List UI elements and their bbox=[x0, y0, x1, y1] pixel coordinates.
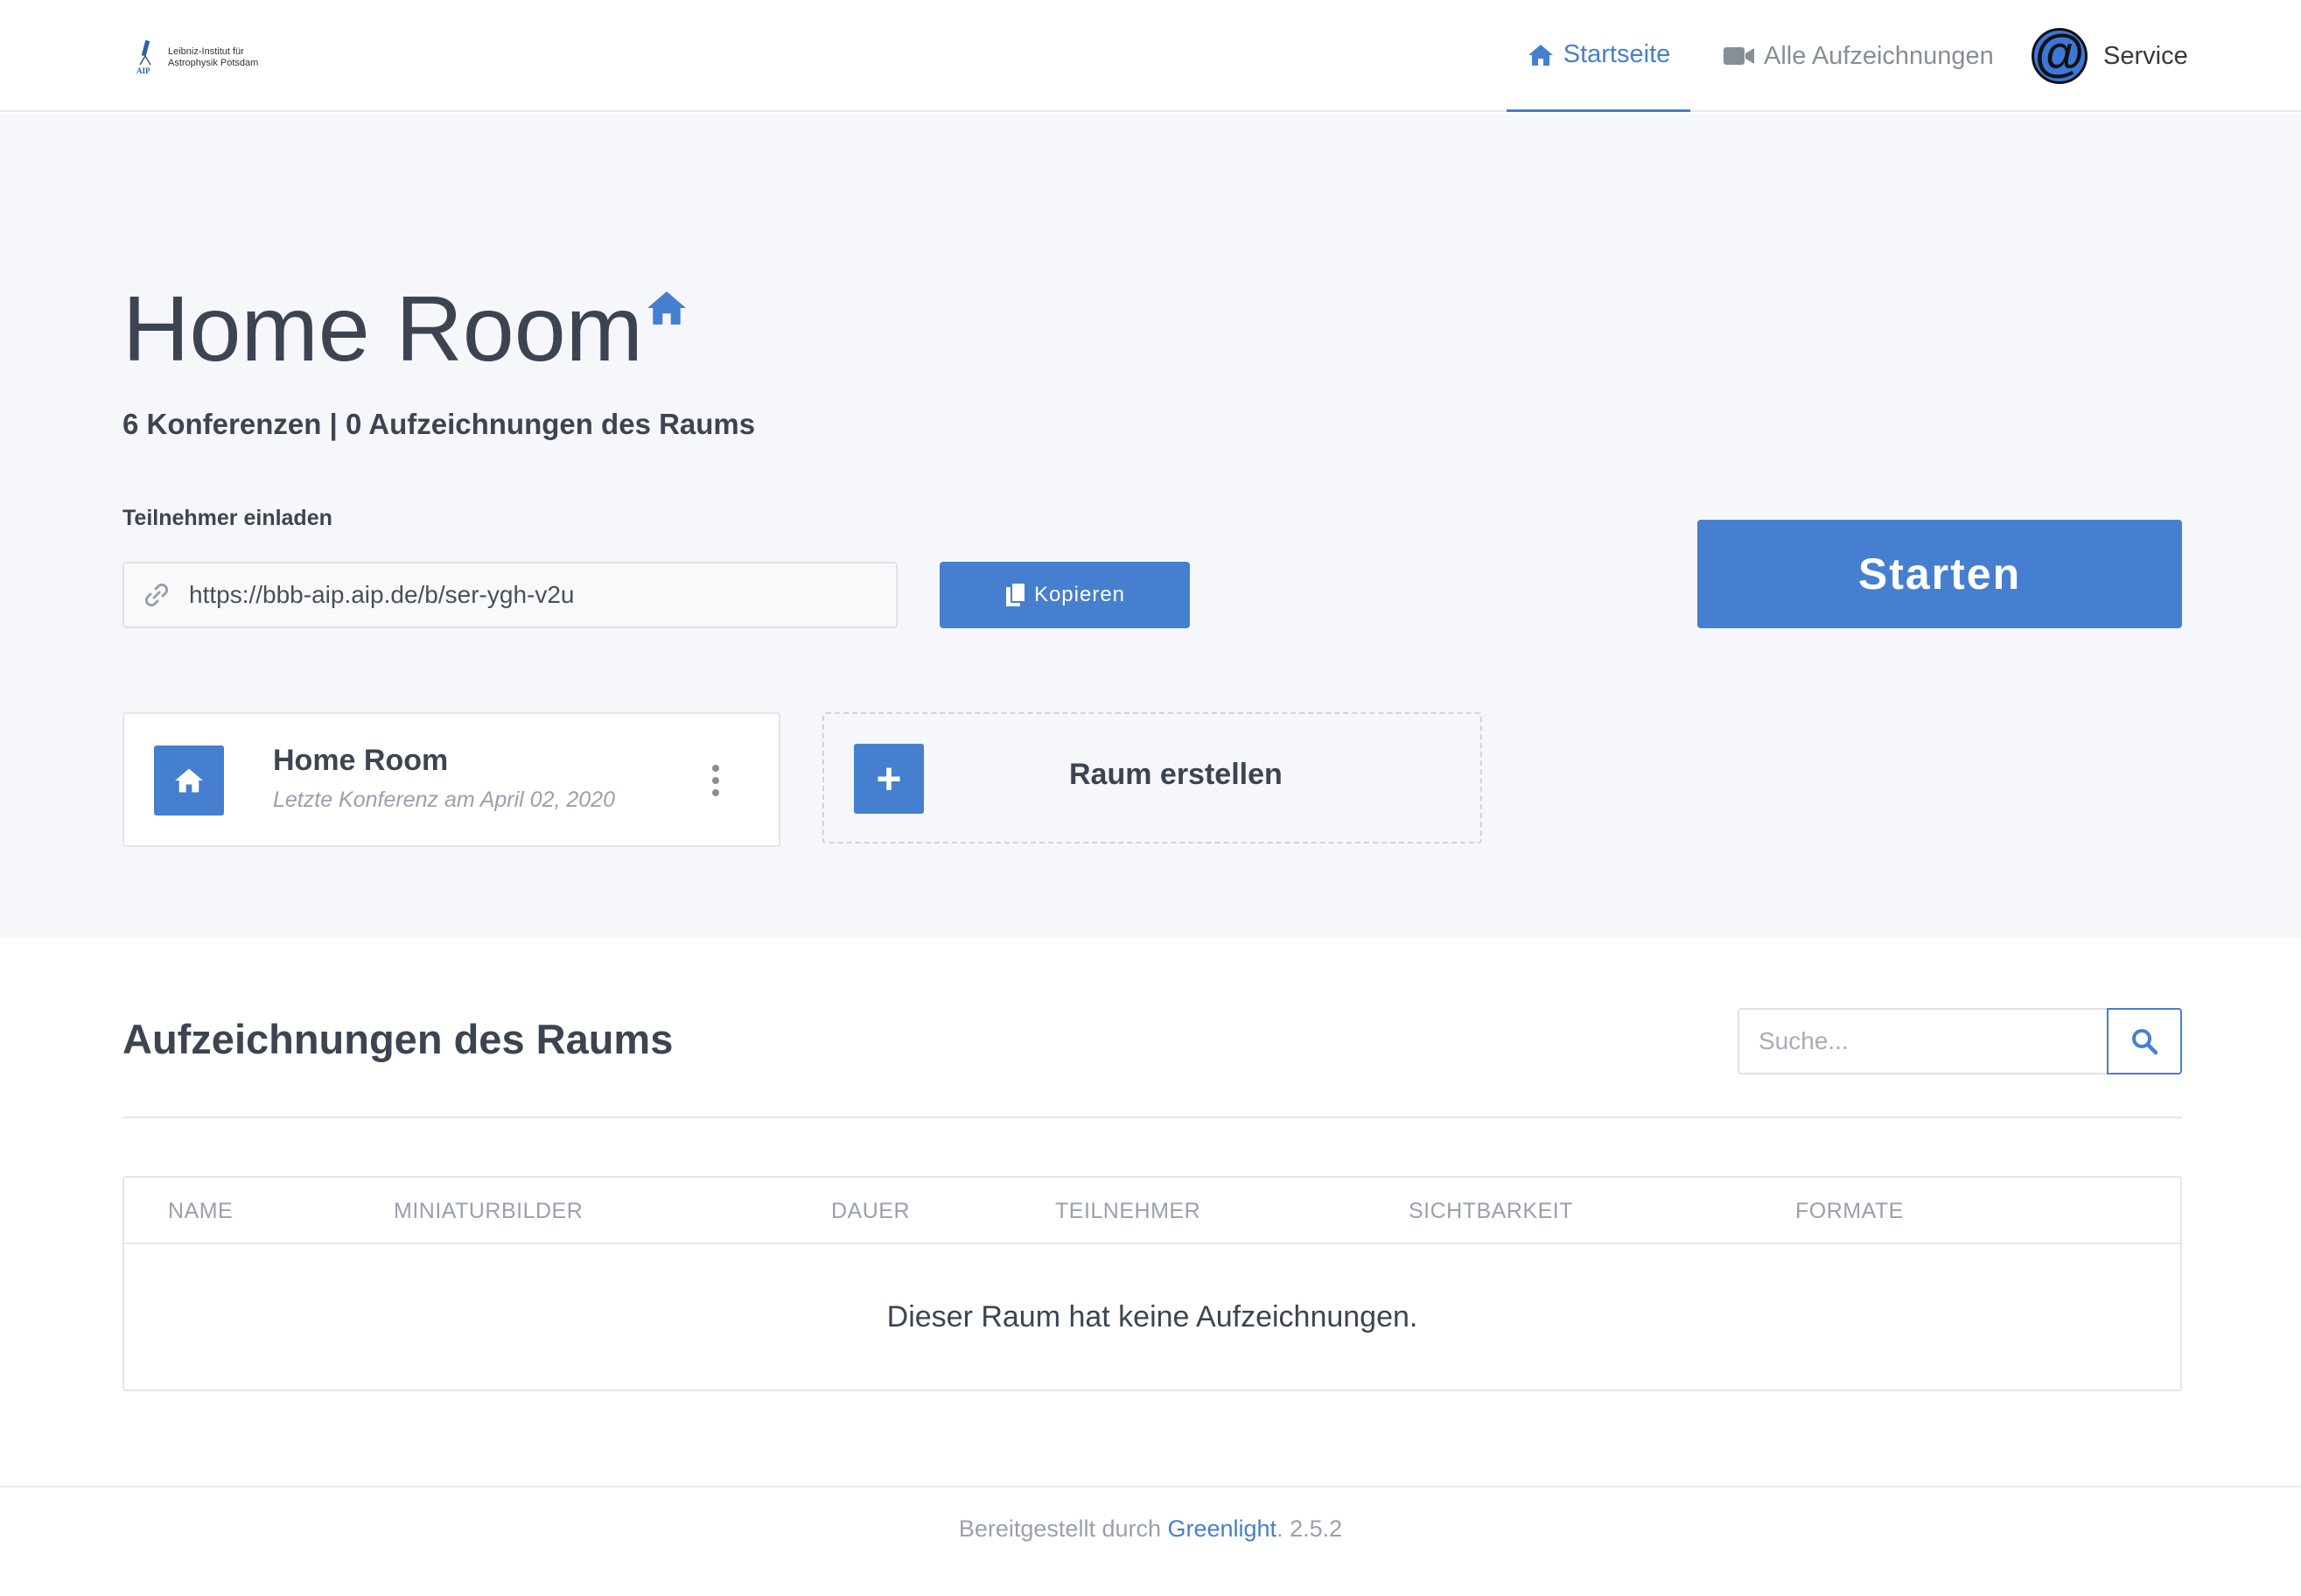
column-header-thumbnails[interactable]: MINIATURBILDER bbox=[394, 1199, 583, 1224]
plus-icon: + bbox=[854, 744, 924, 814]
column-header-duration[interactable]: DAUER bbox=[831, 1199, 910, 1224]
copy-icon bbox=[1005, 582, 1026, 606]
nav-alle-aufzeichnungen[interactable]: Alle Aufzeichnungen bbox=[1724, 0, 1994, 112]
column-header-visibility[interactable]: SICHTBARKEIT bbox=[1409, 1199, 1573, 1224]
logo-abbr: AIP bbox=[136, 66, 150, 75]
logo-text: Leibniz-Institut für Astrophysik Potsdam bbox=[168, 46, 258, 69]
copy-button-label: Kopieren bbox=[1033, 583, 1126, 606]
recordings-search-input[interactable] bbox=[1738, 1008, 2109, 1074]
search-button[interactable] bbox=[2107, 1008, 2182, 1074]
telescope-icon: AIP bbox=[133, 38, 159, 77]
table-header: NAME MINIATURBILDER DAUER TEILNEHMER SIC… bbox=[124, 1178, 2180, 1244]
column-header-name[interactable]: NAME bbox=[168, 1199, 233, 1224]
room-card-home[interactable]: Home Room Letzte Konferenz am April 02, … bbox=[122, 712, 780, 847]
room-card-last-session: Letzte Konferenz am April 02, 2020 bbox=[273, 788, 615, 812]
footer-prefix: Bereitgestellt durch bbox=[958, 1516, 1168, 1542]
column-header-participants[interactable]: TEILNEHMER bbox=[1055, 1199, 1200, 1224]
empty-recordings-message: Dieser Raum hat keine Aufzeichnungen. bbox=[886, 1300, 1418, 1334]
column-header-formats[interactable]: FORMATE bbox=[1795, 1199, 1904, 1224]
invite-url-field bbox=[122, 562, 898, 628]
page-title: Home Room bbox=[122, 277, 643, 381]
link-icon bbox=[144, 583, 169, 607]
avatar-glyph: @ bbox=[2034, 24, 2085, 81]
section-divider bbox=[122, 1116, 2182, 1118]
start-meeting-button[interactable]: Starten bbox=[1697, 520, 2182, 628]
recordings-table: NAME MINIATURBILDER DAUER TEILNEHMER SIC… bbox=[122, 1176, 2182, 1391]
nav-startseite-label: Startseite bbox=[1563, 40, 1671, 68]
user-avatar: @ bbox=[2032, 28, 2088, 84]
logo-line-1: Leibniz-Institut für bbox=[168, 46, 244, 57]
copy-button[interactable]: Kopieren bbox=[940, 562, 1190, 628]
navbar: AIP Leibniz-Institut für Astrophysik Pot… bbox=[0, 0, 2301, 112]
search-icon bbox=[2132, 1029, 2158, 1055]
video-camera-icon bbox=[1724, 47, 1754, 65]
room-options-icon[interactable] bbox=[707, 763, 724, 798]
nav-service-label: Service bbox=[2103, 41, 2188, 70]
footer-text: Bereitgestellt durch Greenlight. 2.5.2 bbox=[0, 1516, 2301, 1543]
nav-service-menu[interactable]: @ Service bbox=[2032, 0, 2188, 112]
aip-logo[interactable]: AIP Leibniz-Institut für Astrophysik Pot… bbox=[133, 38, 258, 77]
create-room-label: Raum erstellen bbox=[1069, 758, 1283, 791]
room-stats: 6 Konferenzen | 0 Aufzeichnungen des Rau… bbox=[122, 408, 756, 440]
nav-alle-aufzeichnungen-label: Alle Aufzeichnungen bbox=[1764, 41, 1994, 70]
home-icon bbox=[1528, 44, 1553, 66]
invite-url-input[interactable] bbox=[189, 581, 854, 609]
room-card-name: Home Room bbox=[273, 744, 449, 777]
home-room-icon bbox=[644, 289, 689, 332]
invite-label: Teilnehmer einladen bbox=[122, 506, 332, 530]
greenlight-link[interactable]: Greenlight bbox=[1167, 1516, 1276, 1542]
nav-startseite[interactable]: Startseite bbox=[1507, 0, 1690, 112]
logo-line-2: Astrophysik Potsdam bbox=[168, 58, 259, 68]
footer-version: . 2.5.2 bbox=[1276, 1516, 1343, 1542]
footer: Bereitgestellt durch Greenlight. 2.5.2 bbox=[0, 1486, 2301, 1596]
create-room-card[interactable]: + Raum erstellen bbox=[822, 712, 1482, 844]
room-home-icon bbox=[154, 746, 224, 816]
recordings-title: Aufzeichnungen des Raums bbox=[122, 1016, 674, 1062]
